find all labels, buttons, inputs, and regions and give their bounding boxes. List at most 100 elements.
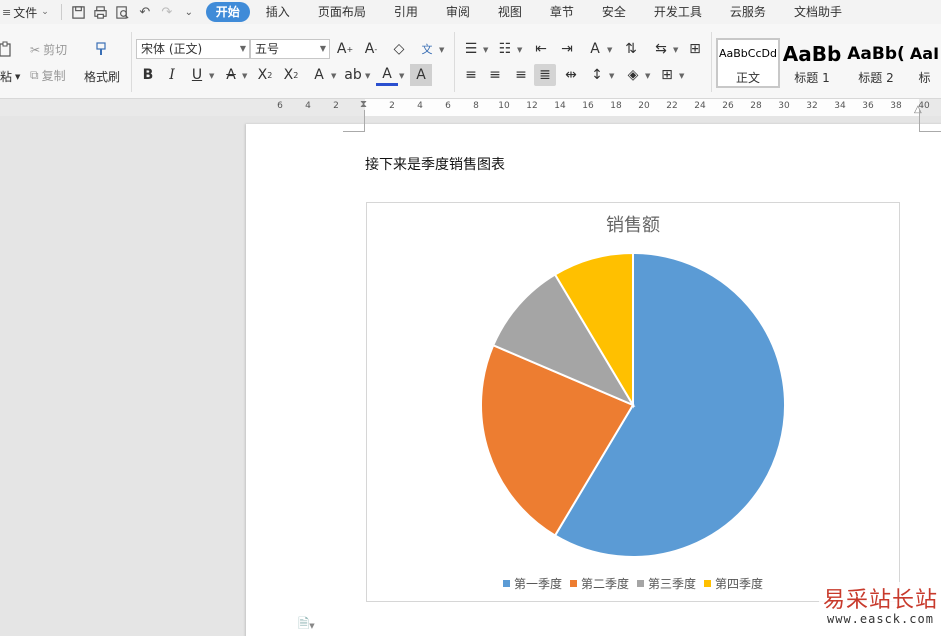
style-preview: AaBb [782, 41, 842, 66]
tab-view[interactable]: 视图 [486, 2, 534, 22]
tab-cloud[interactable]: 云服务 [718, 2, 778, 22]
divider [60, 4, 62, 20]
sort-icon[interactable]: ⇅ [620, 38, 642, 60]
style-label: 标 [918, 70, 931, 85]
justify-icon[interactable]: ≣ [534, 64, 556, 86]
font-name-dropdown[interactable]: 宋体 (正文) ▼ [136, 39, 250, 59]
highlight-icon[interactable]: ab [342, 64, 364, 86]
table-icon[interactable]: ⊞ [684, 38, 706, 60]
undo-icon[interactable]: ↶ [134, 1, 156, 23]
increase-indent-icon[interactable]: ⇥ [556, 38, 578, 60]
tab-chapter[interactable]: 章节 [538, 2, 586, 22]
ruler-tick-label: 36 [862, 101, 874, 111]
distributed-align-icon[interactable]: ⇹ [560, 64, 582, 86]
chevron-down-icon: ▼ [483, 46, 489, 54]
ruler-tick-label: 6 [277, 101, 283, 111]
ruler-tick-label: 26 [722, 101, 734, 111]
format-painter-label: 格式刷 [84, 70, 121, 84]
print-preview-icon[interactable] [112, 1, 134, 23]
format-painter-button[interactable]: 格式刷 [84, 68, 120, 85]
align-right-icon[interactable]: ≡ [510, 64, 532, 86]
tab-developer[interactable]: 开发工具 [642, 2, 714, 22]
increase-font-size-icon[interactable]: A + [334, 38, 356, 60]
numbered-list-icon[interactable]: ☷ [494, 38, 516, 60]
copy-icon: ⧉ [30, 68, 39, 82]
indent-marker-icon[interactable]: ⧗ [360, 99, 367, 110]
bold-icon[interactable]: B [137, 64, 159, 86]
font-size-value: 五号 [255, 42, 280, 56]
tab-insert[interactable]: 插入 [254, 2, 302, 22]
bullet-list-icon[interactable]: ☰ [460, 38, 482, 60]
ruler-tick-label: 38 [890, 101, 902, 111]
tab-page-layout[interactable]: 页面布局 [306, 2, 378, 22]
style-preview: AaBb( [847, 43, 905, 64]
font-color-icon[interactable]: A [376, 64, 398, 86]
decrease-indent-icon[interactable]: ⇤ [530, 38, 552, 60]
tab-review[interactable]: 审阅 [434, 2, 482, 22]
underline-icon[interactable]: U [186, 64, 208, 86]
superscript-icon[interactable]: X2 [254, 64, 276, 86]
style-normal[interactable]: AaBbCcDd 正文 [716, 38, 780, 88]
format-painter-icon[interactable] [90, 38, 112, 60]
file-menu[interactable]: ≡ 文件 ⌄ [0, 0, 53, 24]
show-marks-icon[interactable]: ⇆ [650, 38, 672, 60]
ruler-tick-label: 32 [806, 101, 818, 111]
ruler-tick-label: 24 [694, 101, 706, 111]
pie-chart[interactable]: 销售额 第一季度 第二季度 第三季度 第四季度 [366, 202, 900, 602]
legend-swatch [704, 580, 712, 587]
ruler-tick-label: 34 [834, 101, 846, 111]
cut-button[interactable]: ✂ 剪切 [30, 41, 67, 58]
style-heading-1[interactable]: AaBb 标题 1 [780, 38, 844, 88]
legend-swatch [637, 580, 644, 587]
chevron-down-icon: ▼ [645, 72, 651, 80]
chevron-down-icon: ▼ [15, 72, 21, 81]
horizontal-ruler[interactable]: 6 4 2 2 4 6 8 10 12 14 16 18 20 22 24 26 28 30 32 34 36 38 40 … [0, 99, 941, 116]
paste-icon[interactable] [0, 38, 16, 60]
character-shading-icon[interactable]: A [410, 64, 432, 86]
style-heading-2[interactable]: AaBb( 标题 2 [844, 38, 908, 88]
chevron-down-icon: ▼ [439, 46, 445, 54]
fill-color-icon[interactable]: ◈ [622, 64, 644, 86]
document-canvas: 接下来是季度销售图表 销售额 第一季度 第二季度 第三季度 第四季度 [0, 110, 941, 636]
copy-button[interactable]: ⧉ 复制 [30, 67, 66, 84]
line-spacing-icon[interactable]: ↕ [586, 64, 608, 86]
chevron-down-icon: ▼ [607, 46, 613, 54]
legend-item: 第一季度 [502, 575, 562, 592]
redo-icon[interactable]: ↷ [156, 1, 178, 23]
decrease-font-size-icon[interactable]: A- [360, 38, 382, 60]
legend-label: 第一季度 [513, 577, 562, 591]
chevron-down-icon: ▼ [517, 46, 523, 54]
font-size-dropdown[interactable]: 五号 ▼ [250, 39, 330, 59]
pie-chart-plot [480, 251, 786, 558]
page-corner-mark [343, 110, 365, 132]
tab-security[interactable]: 安全 [590, 2, 638, 22]
tab-doc-assistant[interactable]: 文档助手 [782, 2, 854, 22]
legend-item: 第四季度 [704, 575, 763, 592]
customize-quick-access-icon[interactable]: ⌄ [178, 1, 200, 23]
document-page[interactable]: 接下来是季度销售图表 销售额 第一季度 第二季度 第三季度 第四季度 [246, 110, 941, 636]
style-label: 标题 2 [858, 70, 894, 85]
tab-references[interactable]: 引用 [382, 2, 430, 22]
border-icon[interactable]: ⊞ [656, 64, 678, 86]
strikethrough-icon[interactable]: A [220, 64, 242, 86]
tab-home[interactable]: 开始 [205, 2, 250, 22]
subscript-icon[interactable]: X2 [280, 64, 302, 86]
align-left-icon[interactable]: ≡ [460, 64, 482, 86]
text-effect-icon[interactable]: A [308, 64, 330, 86]
align-center-icon[interactable]: ≡ [484, 64, 506, 86]
style-heading-3[interactable]: AaI 标 [908, 38, 941, 88]
chevron-down-icon: ⌄ [41, 7, 49, 17]
chevron-down-icon: ▼ [242, 72, 248, 80]
cut-label: 剪切 [43, 43, 68, 57]
document-status-icon[interactable]: 🗎▼ [298, 613, 315, 636]
legend-label: 第二季度 [580, 577, 629, 591]
paste-button[interactable]: 粘 ▼ [0, 68, 20, 85]
phonetic-guide-icon[interactable]: 文 [416, 38, 438, 60]
change-case-icon[interactable]: A [584, 38, 606, 60]
print-icon[interactable] [90, 1, 112, 23]
italic-icon[interactable]: I [161, 64, 183, 86]
intro-paragraph[interactable]: 接下来是季度销售图表 [365, 154, 505, 174]
save-icon[interactable] [68, 1, 90, 23]
ribbon: 粘 ▼ ✂ 剪切 ⧉ 复制 格式刷 宋体 (正文) ▼ 五号 ▼ A + A- ◇… [0, 24, 941, 99]
clear-format-icon[interactable]: ◇ [388, 38, 410, 60]
